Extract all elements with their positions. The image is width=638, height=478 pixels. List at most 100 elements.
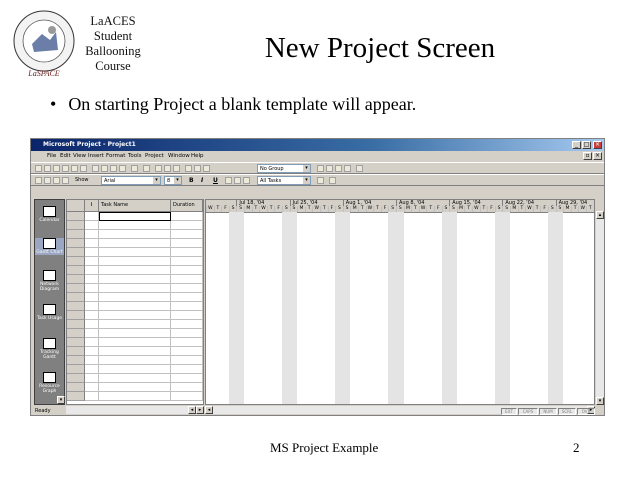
duration-column-header[interactable]: Duration — [171, 200, 203, 212]
align-left-icon[interactable] — [225, 177, 232, 184]
row-header[interactable] — [67, 311, 85, 320]
row-header[interactable] — [67, 365, 85, 374]
print-preview-icon[interactable] — [71, 165, 78, 172]
table-cell[interactable] — [99, 275, 171, 284]
table-cell[interactable] — [171, 275, 203, 284]
row-header[interactable] — [67, 266, 85, 275]
row-header[interactable] — [67, 284, 85, 293]
table-cell[interactable] — [171, 374, 203, 383]
table-cell[interactable] — [85, 356, 99, 365]
table-cell[interactable] — [99, 320, 171, 329]
row-header[interactable] — [67, 248, 85, 257]
menu-edit[interactable]: Edit — [60, 153, 71, 159]
table-cell[interactable] — [85, 302, 99, 311]
table-cell[interactable] — [85, 275, 99, 284]
table-cell[interactable] — [99, 212, 171, 221]
table-cell[interactable] — [99, 302, 171, 311]
scroll-up-button[interactable]: ▴ — [596, 211, 604, 219]
format-painter-icon[interactable] — [119, 165, 126, 172]
window-titlebar[interactable]: Microsoft Project - Project1 _ □ × — [31, 139, 604, 151]
table-cell[interactable] — [85, 239, 99, 248]
table-cell[interactable] — [171, 284, 203, 293]
table-cell[interactable] — [171, 392, 203, 401]
print-icon[interactable] — [62, 165, 69, 172]
table-cell[interactable] — [85, 266, 99, 275]
row-header[interactable] — [67, 257, 85, 266]
table-cell[interactable] — [171, 302, 203, 311]
table-cell[interactable] — [85, 230, 99, 239]
row-header[interactable] — [67, 221, 85, 230]
task-info-icon[interactable] — [185, 165, 192, 172]
indicators-column-header[interactable]: i — [85, 200, 99, 212]
table-cell[interactable] — [171, 329, 203, 338]
menu-project[interactable]: Project — [145, 153, 164, 159]
table-cell[interactable] — [171, 365, 203, 374]
table-cell[interactable] — [85, 338, 99, 347]
filter-combo[interactable]: All Tasks ▾ — [257, 176, 311, 185]
table-cell[interactable] — [99, 392, 171, 401]
bold-button[interactable]: B — [189, 177, 194, 184]
table-cell[interactable] — [99, 257, 171, 266]
autofilter-icon[interactable] — [317, 177, 324, 184]
zoom-in-icon[interactable] — [317, 165, 324, 172]
table-cell[interactable] — [99, 221, 171, 230]
row-header[interactable] — [67, 212, 85, 221]
menu-window[interactable]: Window — [168, 153, 190, 159]
scroll-down-button[interactable]: ▾ — [596, 397, 604, 405]
row-header[interactable] — [67, 230, 85, 239]
row-header[interactable] — [67, 329, 85, 338]
unlink-tasks-icon[interactable] — [164, 165, 171, 172]
open-icon[interactable] — [44, 165, 51, 172]
table-cell[interactable] — [171, 257, 203, 266]
zoom-out-icon[interactable] — [326, 165, 333, 172]
table-cell[interactable] — [171, 293, 203, 302]
table-cell[interactable] — [99, 383, 171, 392]
view-calendar[interactable]: Calendar — [35, 206, 64, 223]
table-cell[interactable] — [171, 212, 203, 221]
new-icon[interactable] — [35, 165, 42, 172]
assign-resources-icon[interactable] — [203, 165, 210, 172]
table-cell[interactable] — [85, 329, 99, 338]
font-size-combo[interactable]: 8 ▾ — [164, 176, 182, 185]
table-cell[interactable] — [99, 248, 171, 257]
table-cell[interactable] — [171, 221, 203, 230]
group-by-combo[interactable]: No Group ▾ — [257, 164, 311, 173]
table-cell[interactable] — [171, 338, 203, 347]
table-cell[interactable] — [85, 221, 99, 230]
table-cell[interactable] — [99, 239, 171, 248]
table-cell[interactable] — [85, 212, 99, 221]
menu-format[interactable]: Format — [106, 153, 125, 159]
copy-picture-icon[interactable] — [344, 165, 351, 172]
show-subtasks-icon[interactable] — [53, 177, 60, 184]
table-cell[interactable] — [99, 293, 171, 302]
table-cell[interactable] — [85, 347, 99, 356]
close-button[interactable]: × — [593, 141, 602, 149]
table-cell[interactable] — [171, 383, 203, 392]
menu-file[interactable]: File — [47, 153, 56, 159]
menu-insert[interactable]: Insert — [88, 153, 104, 159]
table-cell[interactable] — [171, 356, 203, 365]
view-network-diagram[interactable]: Network Diagram — [35, 270, 64, 292]
gantt-wizard-icon[interactable] — [329, 177, 336, 184]
view-bar-scroll-down[interactable]: ▾ — [57, 396, 65, 404]
row-header[interactable] — [67, 392, 85, 401]
table-cell[interactable] — [171, 230, 203, 239]
undo-icon[interactable] — [131, 165, 138, 172]
table-cell[interactable] — [99, 311, 171, 320]
paste-icon[interactable] — [110, 165, 117, 172]
view-resource-graph[interactable]: Resource Graph — [35, 372, 64, 394]
hide-subtasks-icon[interactable] — [62, 177, 69, 184]
table-cell[interactable] — [85, 383, 99, 392]
row-header[interactable] — [67, 383, 85, 392]
table-cell[interactable] — [171, 239, 203, 248]
copy-icon[interactable] — [101, 165, 108, 172]
row-header[interactable] — [67, 338, 85, 347]
table-cell[interactable] — [99, 365, 171, 374]
table-cell[interactable] — [85, 311, 99, 320]
menu-view[interactable]: View — [73, 153, 86, 159]
save-icon[interactable] — [53, 165, 60, 172]
maximize-button[interactable]: □ — [582, 141, 591, 149]
table-cell[interactable] — [171, 347, 203, 356]
cut-icon[interactable] — [92, 165, 99, 172]
outdent-icon[interactable] — [35, 177, 42, 184]
